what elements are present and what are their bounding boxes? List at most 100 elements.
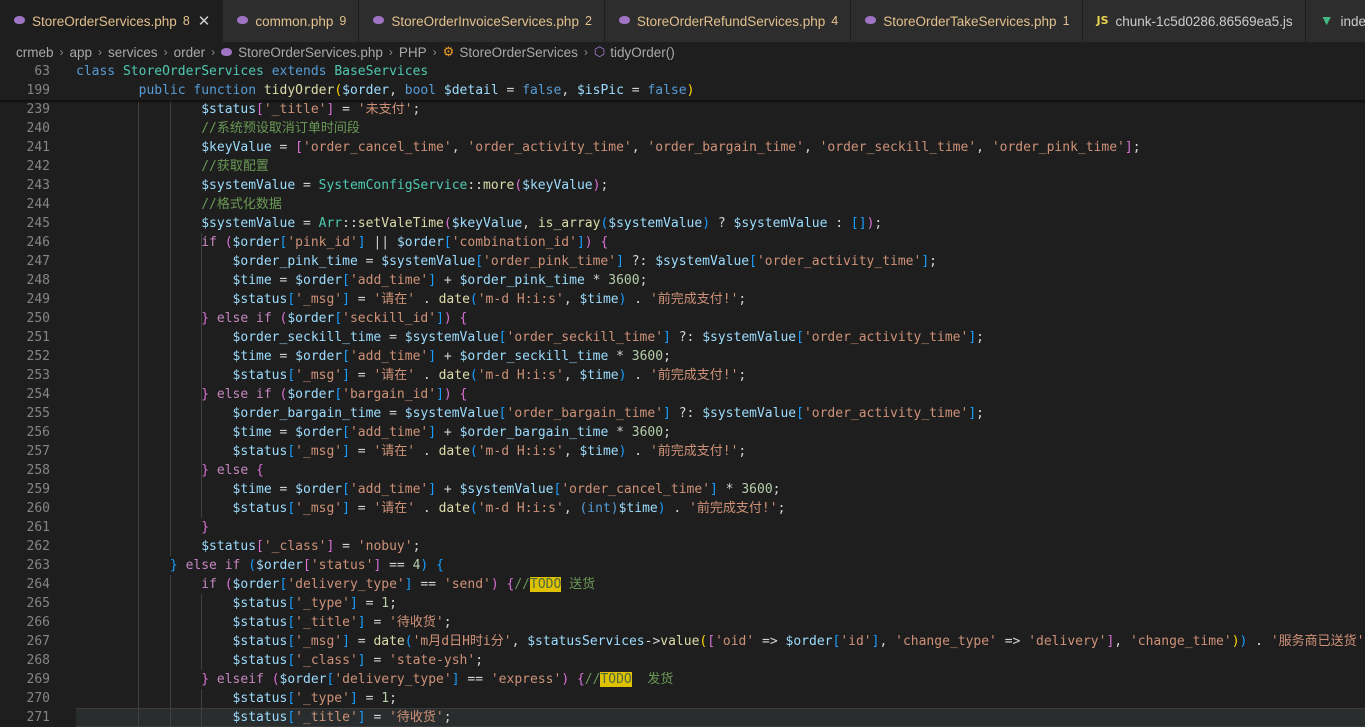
code-token: '前完成支付!' xyxy=(649,444,739,459)
code-token: ] xyxy=(451,672,460,687)
code-token: , xyxy=(451,140,468,155)
code-token: [ xyxy=(256,102,264,117)
code-token: ] xyxy=(663,330,671,345)
editor-tab[interactable]: common.php 9 xyxy=(223,0,360,42)
code-token: $time xyxy=(579,444,619,459)
tab-problem-count: 4 xyxy=(831,14,839,28)
code-token: { xyxy=(459,387,468,402)
code-token: = xyxy=(271,425,296,440)
tab-problem-count: 9 xyxy=(339,14,347,28)
line-number: 271 xyxy=(26,710,50,725)
line-number: 248 xyxy=(26,273,50,288)
line-code: if ($order['delivery_type'] == 'send') {… xyxy=(76,575,595,594)
breadcrumb-item[interactable]: app xyxy=(70,45,93,60)
code-token: } xyxy=(201,463,210,478)
code-line: 258 } else { xyxy=(0,461,1365,480)
code-line: 268 $status['_class'] = 'state-ysh'; xyxy=(0,651,1365,670)
code-token: StoreOrderServices xyxy=(122,64,272,79)
code-token: ] xyxy=(357,615,366,630)
code-token: 'bargain_id' xyxy=(342,387,437,402)
code-token: ?: xyxy=(670,330,703,345)
line-code: } xyxy=(76,518,209,537)
code-token: '请在' xyxy=(373,501,416,516)
chevron-right-icon: › xyxy=(583,45,588,59)
chevron-right-icon: › xyxy=(211,45,216,59)
code-line: 250 } else if ($order['seckill_id']) { xyxy=(0,309,1365,328)
close-icon[interactable]: ✕ xyxy=(198,14,211,29)
code-token: = xyxy=(365,710,390,725)
code-token: ] xyxy=(357,653,366,668)
code-token: TODO xyxy=(530,577,562,592)
line-code: $systemValue = SystemConfigService::more… xyxy=(76,176,608,195)
code-token: '_msg' xyxy=(295,501,343,516)
code-token: { xyxy=(576,672,585,687)
breadcrumb-item[interactable]: crmeb xyxy=(16,45,54,60)
code-token: tidyOrder xyxy=(263,83,335,98)
code-token: 3600 xyxy=(608,273,640,288)
line-number: 250 xyxy=(26,311,50,326)
breadcrumb-item[interactable]: StoreOrderServices.php xyxy=(238,45,383,60)
code-token: $status xyxy=(232,444,288,459)
code-token: ) xyxy=(443,387,452,402)
code-token: ] xyxy=(357,710,366,725)
code-token: ] xyxy=(428,482,437,497)
code-token: ( xyxy=(224,577,233,592)
code-token: $time xyxy=(232,482,272,497)
breadcrumb-item[interactable]: order xyxy=(174,45,206,60)
line-number: 260 xyxy=(26,501,50,516)
breadcrumb-item[interactable]: services xyxy=(108,45,158,60)
editor-tab[interactable]: StoreOrderServices.php 8 ✕ xyxy=(0,0,224,42)
code-token: . xyxy=(415,501,439,516)
code-token: , xyxy=(563,444,580,459)
code-token: [ xyxy=(303,558,311,573)
code-token: ?: xyxy=(670,406,703,421)
code-token: elseif xyxy=(216,672,272,687)
code-token: } xyxy=(201,311,210,326)
line-code: //格式化数据 xyxy=(76,195,282,214)
code-token: // xyxy=(584,672,601,687)
code-token: + xyxy=(436,425,460,440)
editor-tab[interactable]: StoreOrderInvoiceServices.php 2 xyxy=(359,0,605,42)
code-token: = xyxy=(295,216,319,231)
editor-tab[interactable]: StoreOrderRefundServices.php 4 xyxy=(604,0,852,42)
code-line: 271 $status['_title'] = '待收货'; xyxy=(0,708,1365,727)
code-token: [ xyxy=(287,444,296,459)
code-token: ] xyxy=(616,254,624,269)
code-token: more xyxy=(483,178,515,193)
code-line: 259 $time = $order['add_time'] + $system… xyxy=(0,480,1365,499)
code-token: '_title' xyxy=(295,710,358,725)
code-token: $order_pink_time xyxy=(459,273,585,288)
indent-guide xyxy=(200,233,202,518)
editor-tab[interactable]: StoreOrderTakeServices.php 1 xyxy=(851,0,1083,42)
line-number: 246 xyxy=(26,235,50,250)
code-line: 262 $status['_class'] = 'nobuy'; xyxy=(0,537,1365,556)
code-line: 240 //系统预设取消订单时间段 xyxy=(0,119,1365,138)
line-code: $status['_type'] = 1; xyxy=(76,594,397,613)
editor-tab[interactable]: JS chunk-1c5d0286.86569ea5.js xyxy=(1082,0,1306,42)
code-token: '_title' xyxy=(263,102,327,117)
code-editor[interactable]: 239 $status['_title'] = '未支付'; 240 //系统预设… xyxy=(0,62,1365,727)
code-token: : xyxy=(827,216,851,231)
line-code: if ($order['pink_id'] || $order['combina… xyxy=(76,233,608,252)
code-token: SystemConfigService xyxy=(318,178,468,193)
editor-tab[interactable]: ▼ index.vue xyxy=(1305,0,1365,42)
line-code: class StoreOrderServices extends BaseSer… xyxy=(76,62,428,81)
breadcrumb-item[interactable]: PHP xyxy=(399,45,427,60)
code-token: [ xyxy=(342,425,350,440)
code-token: = xyxy=(349,501,374,516)
breadcrumb-item[interactable]: tidyOrder() xyxy=(610,45,675,60)
code-token: $status xyxy=(201,539,257,554)
code-token: '服务商已送货' xyxy=(1270,634,1365,649)
code-token: == xyxy=(412,577,444,592)
breadcrumb-item[interactable]: StoreOrderServices xyxy=(459,45,578,60)
code-token: 'order_cancel_time' xyxy=(303,140,452,155)
code-token: ; xyxy=(976,406,984,421)
code-token: ] xyxy=(436,387,444,402)
